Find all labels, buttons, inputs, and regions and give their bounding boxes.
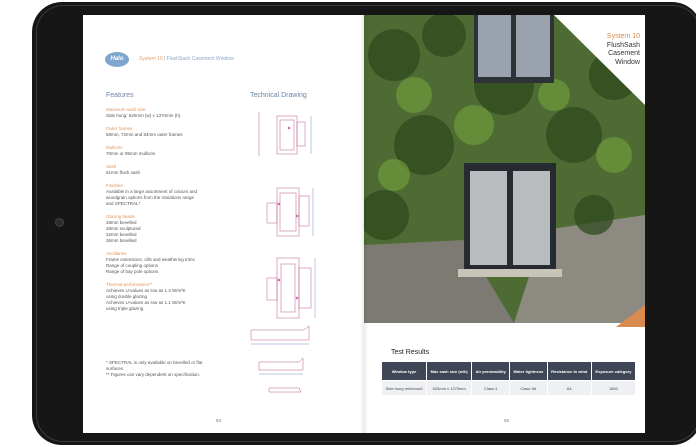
feature-body: Available in a large assortment of colou…	[106, 189, 197, 206]
table-row: Side hung reinforced 620mm x 1370mm Clas…	[380, 380, 637, 396]
left-page: Halo System 10 | FlushSash Casement Wind…	[83, 15, 364, 433]
breadcrumb-system: System 10	[139, 56, 163, 62]
tablet-screen[interactable]: Halo System 10 | FlushSash Casement Wind…	[83, 15, 645, 433]
brand-logo: Halo	[105, 52, 129, 67]
features-list: Maximum sash size Side hung: 620mm (w) x …	[106, 107, 236, 319]
test-results-heading: Test Results	[391, 349, 430, 356]
title-line: Window	[615, 58, 640, 66]
page-number-left: 54	[216, 418, 222, 423]
feature-item: Ancillaries Frame extensions, cills and w…	[106, 251, 236, 275]
feature-body: 61mm flush sash	[106, 170, 141, 175]
feature-item: Maximum sash size Side hung: 620mm (w) x …	[106, 107, 236, 119]
feature-item: Thermal performance** Achieves U-values a…	[106, 282, 236, 312]
footnote: * SPECTRAL is only available on bevelled…	[106, 360, 203, 377]
table-header: Exposure category	[590, 361, 637, 381]
feature-body: 28mm bevelled 28mm sculptured 32mm bevel…	[106, 220, 141, 243]
title-line: FlushSash	[606, 41, 640, 49]
camera-icon	[56, 219, 63, 226]
table-header: Air permeability	[471, 361, 511, 381]
feature-item: Sash 61mm flush sash	[106, 164, 236, 176]
features-heading: Features	[106, 92, 134, 99]
table-header-row: Window type Max sash size (w/h) Air perm…	[380, 361, 637, 381]
table-cell: 1600	[590, 380, 637, 396]
title-system: System 10	[606, 33, 640, 40]
technical-drawing-heading: Technical Drawing	[250, 92, 307, 99]
table-header: Resistance to wind	[546, 361, 592, 381]
feature-item: Outer frames 58mm, 72mm and 84mm outer fr…	[106, 126, 236, 138]
feature-item: Mullions 70mm or 95mm mullions	[106, 145, 236, 157]
feature-body: 70mm or 95mm mullions	[106, 151, 156, 156]
feature-body: Achieves U-values as low as 1.3 W/m²K us…	[106, 288, 186, 311]
technical-drawing	[250, 112, 316, 393]
table-header: Water tightness	[509, 361, 548, 381]
title-line: Casement	[608, 50, 640, 57]
table-cell: Class 4	[471, 380, 511, 396]
breadcrumb: System 10 | FlushSash Casement Window	[139, 56, 234, 62]
test-results-table: Window type Max sash size (w/h) Air perm…	[380, 361, 637, 396]
feature-body: Frame extensions, cills and weathering t…	[106, 257, 195, 274]
book-spine	[360, 15, 368, 433]
right-page: System 10 FlushSash Casement Window Test…	[364, 15, 645, 433]
feature-body: Side hung: 620mm (w) x 1370mm (h)	[106, 113, 181, 118]
feature-item: Glazing beads 28mm bevelled 28mm sculptur…	[106, 214, 236, 244]
product-title: System 10 FlushSash Casement Window	[580, 33, 640, 67]
page-number-right: 55	[504, 418, 510, 423]
breadcrumb-product: | FlushSash Casement Window	[162, 56, 234, 62]
feature-item: Finishes Available in a large assortment …	[106, 183, 236, 207]
feature-body: 58mm, 72mm and 84mm outer frames	[106, 132, 183, 137]
table-cell: Side hung reinforced	[380, 380, 428, 396]
table-header: Window type	[380, 361, 428, 381]
table-cell: 620mm x 1370mm	[426, 380, 473, 396]
accent-triangle	[616, 305, 645, 327]
table-header: Max sash size (w/h)	[426, 361, 473, 381]
table-cell: Class 9A	[509, 380, 548, 396]
table-cell: A4	[546, 380, 592, 396]
